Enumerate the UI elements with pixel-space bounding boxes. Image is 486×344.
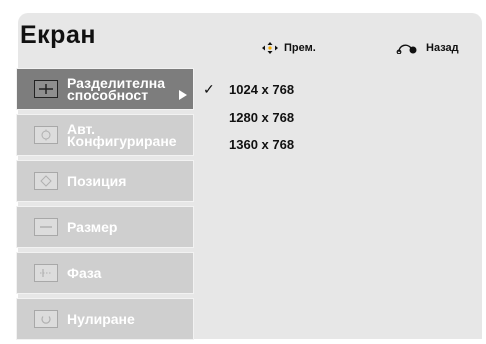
move-arrows-icon [262,42,278,54]
screen-title: Екран [20,21,96,49]
menu-item-reset[interactable]: Нулиране [16,298,194,340]
back-arrow-icon [396,44,417,54]
menu-item-phase[interactable]: Фаза [16,252,194,294]
back-hint-label: Назад [426,42,459,54]
check-mark-icon: ✓ [203,81,215,97]
menu-item-label: Нулиране [67,311,135,327]
resolution-option-label: 1280 x 768 [229,110,295,125]
menu-item-label: Авт. Конфигуриране [67,121,177,149]
menu-item-auto-config[interactable]: Авт. Конфигуриране [16,114,194,156]
menu-item-label: Разделителна способност [67,75,166,103]
size-icon [34,218,58,236]
menu-item-label: Позиция [67,173,127,189]
menu-item-size[interactable]: Размер [16,206,194,248]
menu-item-label: Фаза [67,265,102,281]
screen-menu: Разделителна способност Авт. Конфигуриране… [16,68,194,344]
submenu-arrow-icon [179,90,187,100]
crosshair-icon [34,80,58,98]
move-hint: Прем. [262,42,316,54]
position-icon [34,172,58,190]
back-hint: Назад [396,42,459,54]
phase-icon [34,264,58,282]
reset-icon [34,310,58,328]
menu-item-label: Размер [67,219,118,235]
resolution-option-label: 1360 x 768 [229,137,295,152]
menu-item-resolution[interactable]: Разделителна способност [16,68,194,110]
menu-item-position[interactable]: Позиция [16,160,194,202]
resolution-option-label: 1024 x 768 [229,82,295,97]
auto-config-icon [34,126,58,144]
move-hint-label: Прем. [284,42,316,54]
